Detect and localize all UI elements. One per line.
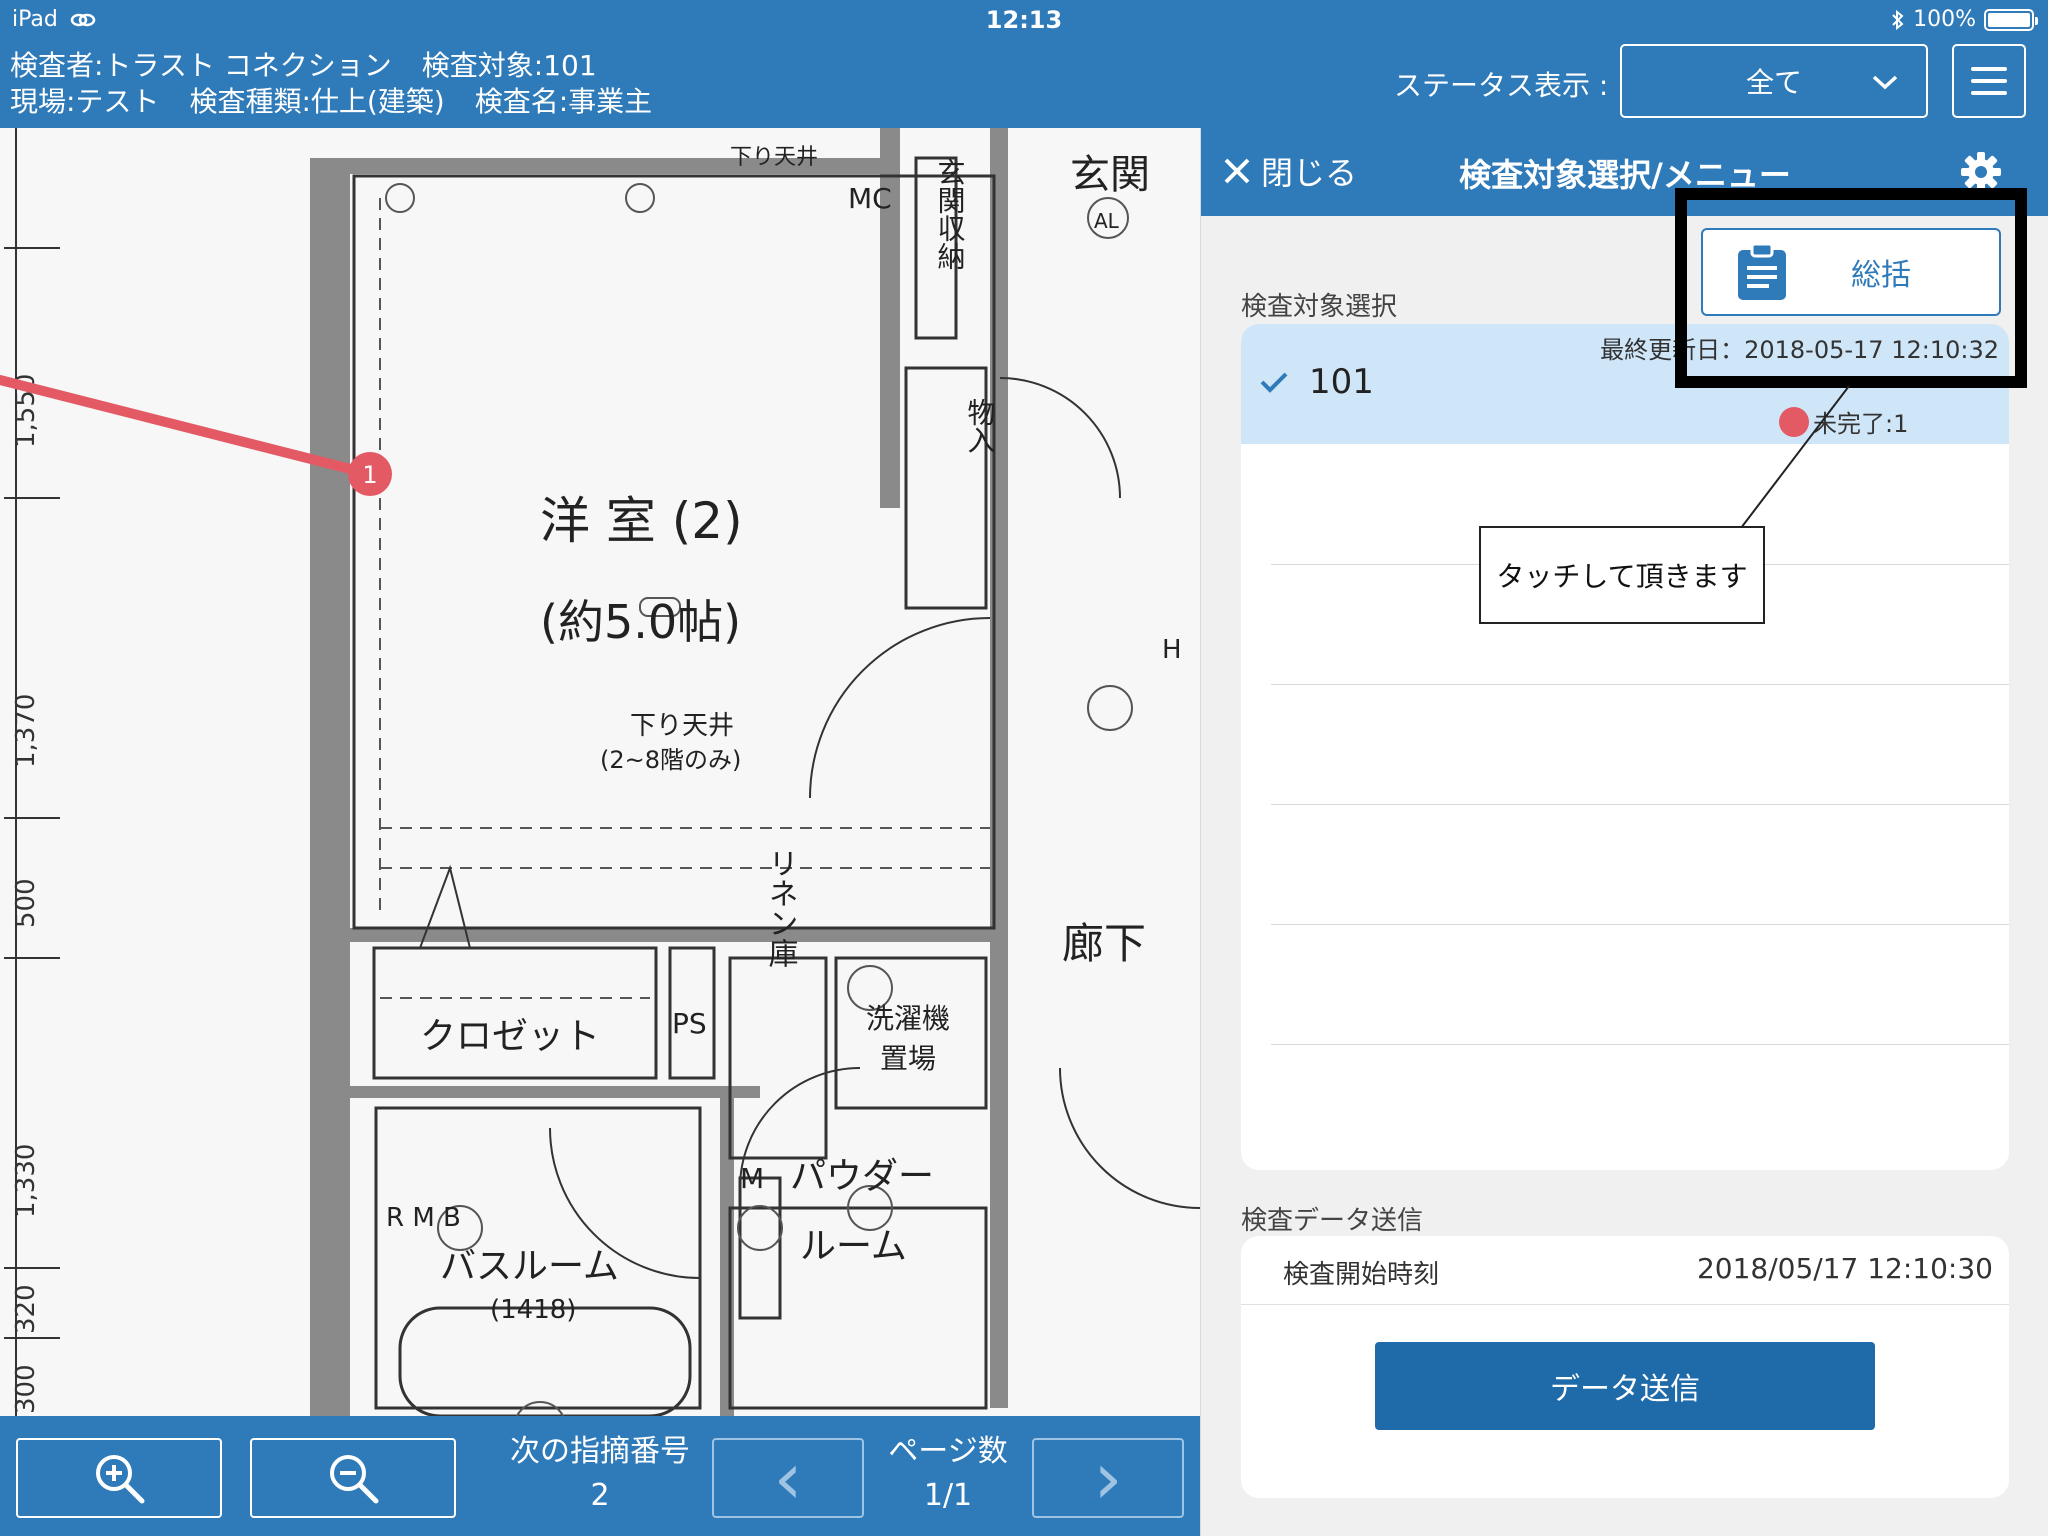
clock: 12:13	[985, 6, 1063, 34]
chevron-right-icon: ›	[1093, 1436, 1123, 1520]
status-filter-label: ステータス表示 :	[1394, 69, 1609, 102]
room-label-western: 洋 室 (2)	[540, 492, 743, 550]
room-label-h: H	[1162, 635, 1182, 665]
room-label-entrance: 玄関	[1070, 152, 1150, 198]
bluetooth-icon	[1892, 9, 1904, 30]
prev-page-button[interactable]: ‹	[712, 1438, 864, 1518]
room-label-m: M	[740, 1162, 764, 1195]
zoom-in-icon	[96, 1455, 145, 1504]
room-label-laundry-2: 置場	[880, 1042, 936, 1075]
room-label-rmb: R M B	[386, 1203, 461, 1233]
room-label-ps: PS	[672, 1007, 707, 1040]
room-label-mc: MC	[848, 182, 892, 215]
room-label-storage: 物入	[964, 398, 997, 454]
type-text: 検査種類:仕上(建築)	[189, 85, 445, 118]
room-label-closet: クロゼット	[420, 1016, 600, 1057]
room-label-powder-2: ルーム	[800, 1226, 907, 1267]
room-label-al: AL	[1094, 209, 1120, 233]
app-window: iPad 12:13 100% 検査者:トラスト コネクション 検査対象:101 …	[0, 0, 2048, 1536]
list-divider	[1271, 804, 2009, 805]
page-count-value: 1/1	[923, 1478, 973, 1513]
status-bar: iPad 12:13 100%	[0, 0, 2048, 40]
page-count-label: ページ数	[888, 1434, 1008, 1469]
room-label-corridor: 廊下	[1062, 919, 1146, 968]
next-finding-label-group: 次の指摘番号 2	[480, 1430, 720, 1518]
room-label-ceiling-top: 下り天井	[730, 145, 818, 170]
start-time-label: 検査開始時刻	[1283, 1260, 1440, 1290]
dim-label: 320	[11, 1284, 41, 1334]
dim-label: 300	[11, 1364, 41, 1414]
send-section-label: 検査データ送信	[1241, 1206, 1424, 1236]
data-send-card: 検査開始時刻 2018/05/17 12:10:30 データ送信	[1241, 1236, 2009, 1498]
pin-number: 1	[362, 461, 377, 489]
dim-label: 1,370	[11, 694, 41, 768]
room-label-entrance-storage: 玄関収納	[934, 158, 967, 270]
send-data-button[interactable]: データ送信	[1375, 1342, 1875, 1430]
callout-pointer-line	[1740, 385, 1850, 529]
list-divider	[1271, 924, 2009, 925]
site-text: 現場:テスト	[10, 85, 160, 118]
bottom-toolbar: 次の指摘番号 2 ‹ ページ数 1/1 ›	[0, 1416, 1200, 1536]
card-divider	[1241, 1304, 2009, 1305]
status-filter-value: 全て	[1745, 66, 1802, 99]
inspection-info: 検査者:トラスト コネクション 検査対象:101 現場:テスト 検査種類:仕上(建築…	[10, 48, 682, 120]
dim-label: 1,330	[11, 1144, 41, 1218]
page-count-group: ページ数 1/1	[868, 1430, 1028, 1518]
battery-icon	[1984, 8, 2038, 31]
room-label-linen: リネン庫	[763, 848, 799, 968]
zoom-out-icon	[330, 1455, 379, 1504]
room-label-ceiling-note: (2~8階のみ)	[600, 746, 741, 774]
dim-label: 500	[11, 878, 41, 928]
next-finding-value: 2	[590, 1478, 610, 1513]
next-finding-label: 次の指摘番号	[510, 1434, 690, 1469]
room-label-bathroom-size: (1418)	[490, 1295, 576, 1325]
target-text: 検査対象:101	[421, 49, 597, 82]
inspection-pin[interactable]: 1	[348, 452, 392, 496]
room-label-powder: パウダー	[790, 1156, 934, 1197]
status-filter-select[interactable]: 全て	[1620, 44, 1928, 118]
next-page-button[interactable]: ›	[1032, 1438, 1184, 1518]
zoom-out-button[interactable]	[250, 1438, 456, 1518]
room-label-laundry: 洗濯機	[866, 1002, 950, 1035]
floor-plan-view[interactable]: 1,550 1,370 500 1,330 300 320 洋 室 (2) (約…	[0, 128, 1200, 1416]
name-text: 検査名:事業主	[474, 85, 653, 118]
chevron-left-icon: ‹	[773, 1436, 803, 1520]
inspector-text: 検査者:トラスト コネクション	[10, 49, 392, 82]
room-label-ceiling-drop: 下り天井	[630, 711, 734, 741]
room-label-bathroom: バスルーム	[440, 1246, 619, 1287]
target-menu-panel: 閉じる 検査対象選択/メニュー 検査対象選択 101 最終更新日：2018-05…	[1200, 128, 2048, 1536]
list-divider	[1271, 1044, 2009, 1045]
zoom-in-button[interactable]	[16, 1438, 222, 1518]
start-time-value: 2018/05/17 12:10:30	[1696, 1252, 1993, 1285]
room-label-western-size: (約5.0帖)	[540, 595, 741, 649]
chevron-down-icon	[1872, 75, 1898, 90]
hamburger-menu-button[interactable]	[1952, 44, 2026, 118]
callout-note: タッチして頂きます	[1479, 526, 1765, 624]
inspection-header: 検査者:トラスト コネクション 検査対象:101 現場:テスト 検査種類:仕上(建築…	[0, 40, 2048, 128]
floor-plan-drawing: 1,550 1,370 500 1,330 300 320 洋 室 (2) (約…	[0, 128, 1200, 1416]
battery-percent: 100%	[1913, 7, 1976, 32]
